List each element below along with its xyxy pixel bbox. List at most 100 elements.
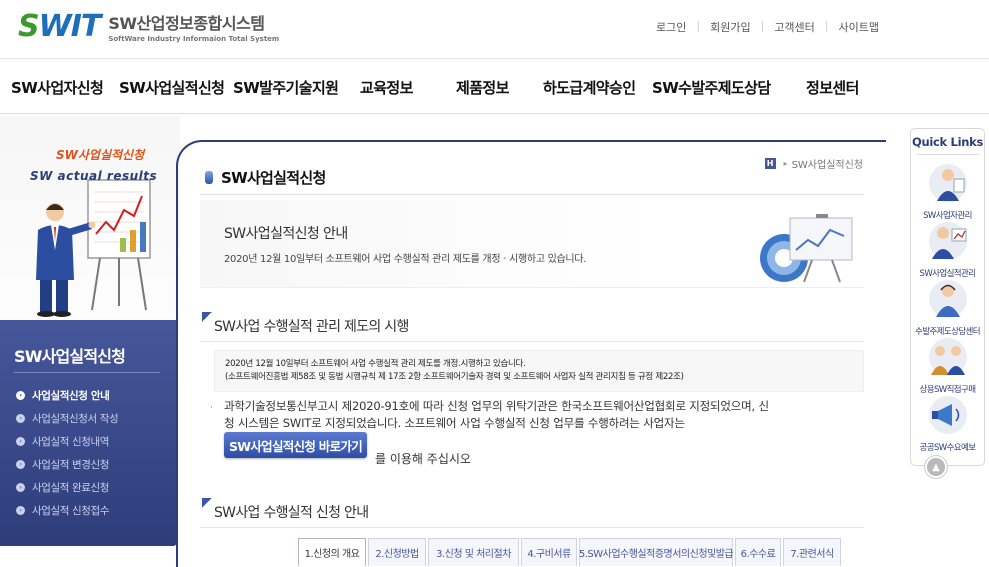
tab-method[interactable]: 2.신청방법 — [368, 538, 426, 566]
section-heading-text: SW사업 수행실적 관리 제도의 시행 — [214, 319, 409, 335]
divider — [200, 341, 864, 342]
submenu-item-write[interactable]: › 사업실적신청서 작성 — [16, 411, 119, 426]
submenu-item-history[interactable]: › 사업실적 신청내역 — [16, 434, 109, 449]
divider — [14, 372, 160, 373]
team-people-icon — [928, 338, 967, 376]
gnb-sw-business-apply[interactable]: SW사업자신청 — [11, 77, 104, 98]
notice-box: 2020년 12월 10일부터 소프트웨어 사업 수행실적 관리 제도를 개정.… — [214, 350, 864, 392]
page-title-text: SW사업실적신청 — [221, 169, 326, 187]
bullet-icon: · — [210, 403, 213, 413]
logo-text: SW산업정보종합시스템 SoftWare Industry Informaion… — [108, 10, 279, 43]
submenu-item-complete[interactable]: › 사업실적 완료신청 — [16, 480, 109, 495]
page-title: SW사업실적신청 — [205, 167, 326, 188]
sitemap-link[interactable]: 사이트맵 — [839, 19, 879, 35]
chevron-right-icon: › — [16, 483, 25, 492]
quick-link-label: SW사업실적관리 — [919, 269, 977, 279]
submenu-item-guide[interactable]: › 사업실적신청 안내 — [16, 388, 110, 403]
submenu-item-label: 사업실적신청 안내 — [32, 390, 110, 402]
submenu-item-change[interactable]: › 사업실적 변경신청 — [16, 457, 109, 472]
submenu-item-label: 사업실적 변경신청 — [32, 459, 110, 471]
gnb-info-center[interactable]: 정보센터 — [806, 77, 859, 98]
divider — [200, 194, 864, 195]
quick-link-direct-purchase[interactable]: 상용SW직접구매 — [911, 337, 984, 395]
tab-documents[interactable]: 4.구비서류 — [521, 538, 577, 566]
submenu-item-label: 사업실적 신청접수 — [32, 505, 110, 517]
consultant-icon — [928, 280, 967, 318]
tab-procedure[interactable]: 3.신청 및 처리절차 — [428, 538, 519, 566]
quick-link-label: 상용SW직접구매 — [919, 385, 977, 395]
scroll-top-icon[interactable]: ▲ — [925, 456, 947, 478]
home-icon[interactable]: H — [764, 158, 776, 169]
divider — [917, 154, 979, 155]
chevron-right-icon: › — [16, 414, 25, 423]
gnb-sw-performance-apply[interactable]: SW사업실적신청 — [119, 77, 225, 98]
presentation-board-icon — [760, 214, 853, 283]
gnb-education[interactable]: 교육정보 — [360, 77, 413, 98]
submenu-item-receipt[interactable]: › 사업실적 신청접수 — [16, 503, 109, 518]
divider — [200, 527, 864, 528]
megaphone-icon — [928, 396, 967, 434]
section-heading-system: SW사업 수행실적 관리 제도의 시행 — [202, 312, 409, 336]
body-line: 청 시스템은 SWIT로 지정되었습니다. 소프트웨어 사업 수행실적 신청 업… — [224, 416, 685, 430]
chevron-right-icon: › — [16, 460, 25, 469]
corner-icon — [202, 498, 212, 508]
signup-link[interactable]: 회원가입 — [710, 19, 750, 35]
quick-link-label: 공공SW수요예보 — [919, 443, 977, 453]
login-link[interactable]: 로그인 — [656, 19, 686, 35]
intro-box: SW사업실적신청 안내 2020년 12월 10일부터 소프트웨어 사업 수행실… — [200, 200, 864, 288]
gnb-order-consulting[interactable]: SW수발주제도상담 — [652, 77, 771, 98]
notice-line: (소프트웨어진흥법 제58조 및 동법 시행규칙 제 17조 2항 소프트웨어기… — [225, 372, 684, 382]
separator: | — [760, 19, 765, 32]
quick-link-sw-performance[interactable]: SW사업실적관리 — [911, 221, 984, 279]
separator: | — [824, 19, 829, 32]
customer-center-link[interactable]: 고객센터 — [774, 19, 814, 35]
section-heading-guide: SW사업 수행실적 신청 안내 — [202, 498, 369, 522]
quick-link-label: 수발주제도상담센터 — [915, 327, 981, 337]
section-heading-text: SW사업 수행실적 신청 안내 — [214, 505, 369, 521]
intro-text: 2020년 12월 10일부터 소프트웨어 사업 수행실적 관리 제도를 개정ㆍ… — [224, 254, 587, 265]
business-person-icon — [928, 164, 967, 202]
go-performance-apply-button[interactable]: SW사업실적신청 바로가기 — [224, 432, 367, 458]
site-logo[interactable]: SWIT SW산업정보종합시스템 SoftWare Industry Infor… — [18, 10, 279, 43]
separator: | — [696, 19, 701, 32]
corner-icon — [202, 312, 212, 322]
quick-links-panel: Quick Links SW사업자관리 SW사업실적관리 수발주제도상담센터 상… — [910, 128, 985, 466]
notice-line: 2020년 12월 10일부터 소프트웨어 사업 수행실적 관리 제도를 개정.… — [225, 359, 526, 369]
submenu-item-label: 사업실적신청서 작성 — [32, 413, 119, 425]
chevron-right-icon: › — [16, 391, 25, 400]
presenter-icon — [928, 222, 967, 260]
quick-link-sw-business[interactable]: SW사업자관리 — [911, 163, 984, 221]
gnb-products[interactable]: 제품정보 — [456, 77, 509, 98]
quick-link-label: SW사업자관리 — [923, 211, 972, 221]
global-nav: SW사업자신청 SW사업실적신청 SW발주기술지원 교육정보 제품정보 하도급계… — [0, 58, 989, 114]
body-line: 과학기술정보통신부고시 제2020-91호에 따라 신청 업무의 위탁기관은 한… — [224, 399, 769, 413]
quick-link-demand-forecast[interactable]: 공공SW수요예보 — [911, 395, 984, 453]
gnb-sw-order-support[interactable]: SW발주기술지원 — [233, 77, 339, 98]
tab-certificate[interactable]: 5.SW사업수행실적증명서의신청및발급 — [579, 538, 734, 566]
tab-overview[interactable]: 1.신청의 개요 — [298, 538, 366, 566]
logo-title: SW산업정보종합시스템 — [108, 14, 265, 33]
submenu-item-label: 사업실적 신청내역 — [32, 436, 110, 448]
utility-nav: 로그인 | 회원가입 | 고객센터 | 사이트맵 — [656, 19, 879, 35]
quick-link-consulting-center[interactable]: 수발주제도상담센터 — [911, 279, 984, 337]
tab-fee[interactable]: 6.수수료 — [735, 538, 781, 566]
body-text: · 과학기술정보통신부고시 제2020-91호에 따라 신청 업무의 위탁기관은… — [210, 398, 864, 432]
visual-title-en: SW actual results — [30, 169, 158, 183]
gnb-subcontract-approval[interactable]: 하도급계약승인 — [543, 77, 636, 98]
go-after-text: 를 이용해 주십시오 — [375, 452, 471, 466]
guide-tabs: 1.신청의 개요 2.신청방법 3.신청 및 처리절차 4.구비서류 5.SW사… — [298, 538, 843, 566]
arrow-right-icon: ▸ — [783, 159, 788, 168]
quick-links-title: Quick Links — [911, 135, 984, 149]
submenu-item-label: 사업실적 완료신청 — [32, 482, 110, 494]
visual-title-kr: SW사업실적신청 — [56, 148, 145, 162]
submenu-title: SW사업실적신청 — [14, 347, 126, 366]
breadcrumb: H ▸ SW사업실적신청 — [764, 156, 863, 171]
chevron-right-icon: › — [16, 506, 25, 515]
intro-heading: SW사업실적신청 안내 — [224, 226, 348, 242]
breadcrumb-current: SW사업실적신청 — [791, 160, 863, 171]
tab-forms[interactable]: 7.관련서식 — [783, 538, 841, 566]
title-bullet-icon — [205, 171, 213, 184]
left-submenu: SW사업실적신청 › 사업실적신청 안내 › 사업실적신청서 작성 › 사업실적… — [0, 320, 177, 546]
logo-subtitle: SoftWare Industry Informaion Total Syste… — [108, 35, 280, 43]
chevron-right-icon: › — [16, 437, 25, 446]
